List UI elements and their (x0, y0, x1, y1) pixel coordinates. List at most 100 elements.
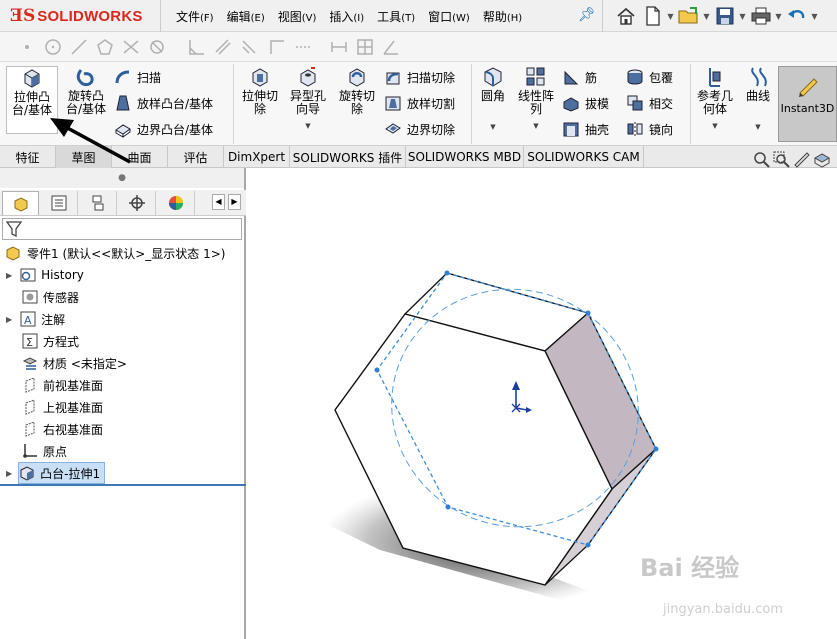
svg-text:Σ: Σ (26, 336, 33, 349)
tree-item-annotations[interactable]: ▶ A 注解 (6, 308, 65, 330)
new-dropdown-arrow[interactable]: ▼ (666, 4, 675, 28)
construction-line-icon[interactable] (294, 38, 312, 56)
tab-solidworks-mbd[interactable]: SOLIDWORKS MBD (406, 146, 524, 168)
pin-menu-icon[interactable]: 📌︎ (578, 7, 596, 23)
convert-entities-icon[interactable] (240, 38, 258, 56)
trim-icon[interactable] (122, 38, 140, 56)
fillet-dropdown-arrow[interactable]: ▼ (476, 121, 510, 134)
boundary-cut-button[interactable]: 边界切除 (384, 118, 455, 140)
tree-root-part[interactable]: 零件1 (默认<<默认>_显示状态 1>) (4, 242, 225, 264)
tree-item-material[interactable]: 材质 <未指定> (22, 352, 127, 374)
property-manager-tab[interactable] (41, 191, 78, 215)
graphics-area[interactable] (50, 120, 837, 639)
save-dropdown-arrow[interactable]: ▼ (738, 4, 747, 28)
pane-tabs-right-arrow[interactable]: ▶ (228, 194, 241, 210)
undo-dropdown-arrow[interactable]: ▼ (810, 4, 819, 28)
loft-cut-button[interactable]: 放样切割 (384, 92, 455, 114)
hole-wizard-dropdown-arrow[interactable]: ▼ (286, 120, 330, 133)
pane-tabs-left-arrow[interactable]: ◀ (212, 194, 225, 210)
extrude-cut-button[interactable]: 拉伸切除 (238, 66, 282, 116)
curves-icon (751, 67, 767, 87)
menu-window[interactable]: 窗口(W) (428, 8, 470, 25)
solidworks-logo[interactable]: ƎS SOLIDWORKS (10, 4, 143, 28)
equation-icon: Σ (22, 333, 38, 349)
linear-pattern-dropdown-arrow[interactable]: ▼ (514, 120, 558, 133)
wrap-button[interactable]: 包覆 (626, 66, 673, 88)
display-manager-tab[interactable] (158, 191, 195, 215)
curves-dropdown-arrow[interactable]: ▼ (740, 121, 776, 134)
mirror-button[interactable]: 镜向 (626, 118, 673, 140)
tree-item-equations[interactable]: Σ 方程式 (22, 330, 79, 352)
fillet-button[interactable]: 圆角 ▼ (476, 66, 510, 134)
solidworks-window: ƎS SOLIDWORKS 文件(F) 编辑(E) 视图(V) 插入(I) 工具… (0, 0, 837, 639)
linear-pattern-button[interactable]: 线性阵列 ▼ (514, 66, 558, 133)
shell-button[interactable]: 抽壳 (562, 118, 609, 140)
expand-arrow-icon[interactable]: ▶ (6, 315, 12, 324)
previous-view-icon[interactable] (792, 150, 812, 168)
tree-item-sensors[interactable]: 传感器 (22, 286, 79, 308)
rib-button[interactable]: 筋 (562, 66, 597, 88)
menu-insert[interactable]: 插入(I) (329, 8, 364, 25)
expand-arrow-icon[interactable]: ▶ (6, 469, 12, 478)
dimxpert-manager-tab[interactable] (119, 191, 156, 215)
filter-icon (5, 221, 23, 238)
instant3d-button[interactable]: Instant3D (778, 66, 837, 142)
tree-item-history[interactable]: ▶ History (6, 264, 84, 286)
tree-item-origin[interactable]: 原点 (22, 440, 67, 462)
tree-item-front-plane[interactable]: 前视基准面 (22, 374, 103, 396)
line-icon[interactable] (70, 38, 88, 56)
menu-tools[interactable]: 工具(T) (377, 8, 415, 25)
dimension-icon[interactable] (330, 38, 348, 56)
angle-icon[interactable] (382, 38, 400, 56)
polygon-icon[interactable] (96, 38, 114, 56)
tab-dimxpert[interactable]: DimXpert (224, 146, 290, 168)
configuration-manager-tab[interactable] (80, 191, 117, 215)
menu-help[interactable]: 帮助(H) (483, 8, 522, 25)
revolve-boss-button[interactable]: 旋转凸台/基体 (62, 66, 110, 116)
tab-solidworks-cam[interactable]: SOLIDWORKS CAM (524, 146, 644, 168)
tab-solidworks-addins[interactable]: SOLIDWORKS 插件 (290, 146, 406, 168)
open-folder-icon (677, 7, 698, 24)
tree-item-right-plane[interactable]: 右视基准面 (22, 418, 103, 440)
offset-icon[interactable] (214, 38, 232, 56)
extrude-cut-icon (252, 68, 268, 87)
boss-extrude1-selection[interactable]: 凸台-拉伸1 (18, 462, 106, 484)
reference-geometry-button[interactable]: 参考几何体 ▼ (694, 66, 736, 133)
history-icon (20, 268, 36, 282)
new-document-button[interactable] (639, 4, 666, 28)
revolve-cut-button[interactable]: 旋转切除 (334, 66, 380, 116)
grid-icon[interactable] (356, 38, 374, 56)
zoom-to-fit-icon[interactable] (752, 150, 772, 168)
section-view-icon[interactable] (812, 150, 832, 168)
print-dropdown-arrow[interactable]: ▼ (774, 4, 783, 28)
menu-edit[interactable]: 编辑(E) (227, 8, 265, 25)
hole-wizard-button[interactable]: 异型孔向导 ▼ (286, 66, 330, 133)
undo-button[interactable] (783, 4, 810, 28)
intersect-button[interactable]: 相交 (626, 92, 673, 114)
menu-file[interactable]: 文件(F) (176, 8, 214, 25)
expand-arrow-icon[interactable]: ▶ (6, 271, 12, 280)
print-button[interactable] (747, 4, 774, 28)
tree-item-top-plane[interactable]: 上视基准面 (22, 396, 103, 418)
sweep-cut-button[interactable]: 扫描切除 (384, 66, 455, 88)
sketch-fillet-icon[interactable] (148, 38, 166, 56)
save-button[interactable] (711, 4, 738, 28)
corner-rectangle-icon[interactable] (268, 38, 286, 56)
zoom-to-area-icon[interactable] (772, 150, 792, 168)
sketch-chamfer-icon[interactable] (188, 38, 206, 56)
reference-geometry-dropdown-arrow[interactable]: ▼ (694, 120, 736, 133)
model-viewport[interactable] (50, 120, 837, 639)
curves-button[interactable]: 曲线 ▼ (740, 66, 776, 134)
sweep-button[interactable]: 扫描 (114, 66, 161, 88)
tree-item-boss-extrude1[interactable]: ▶ 凸台-拉伸1 (6, 462, 106, 484)
open-button[interactable] (675, 4, 702, 28)
menu-view[interactable]: 视图(V) (278, 8, 317, 25)
circle-icon[interactable] (44, 38, 62, 56)
open-dropdown-arrow[interactable]: ▼ (702, 4, 711, 28)
draft-button[interactable]: 拔模 (562, 92, 609, 114)
feature-manager-tab[interactable] (2, 191, 39, 215)
home-button[interactable] (612, 4, 639, 28)
pane-grip[interactable]: ● (0, 168, 244, 188)
point-icon[interactable] (18, 38, 36, 56)
tree-filter-field[interactable] (2, 218, 242, 240)
